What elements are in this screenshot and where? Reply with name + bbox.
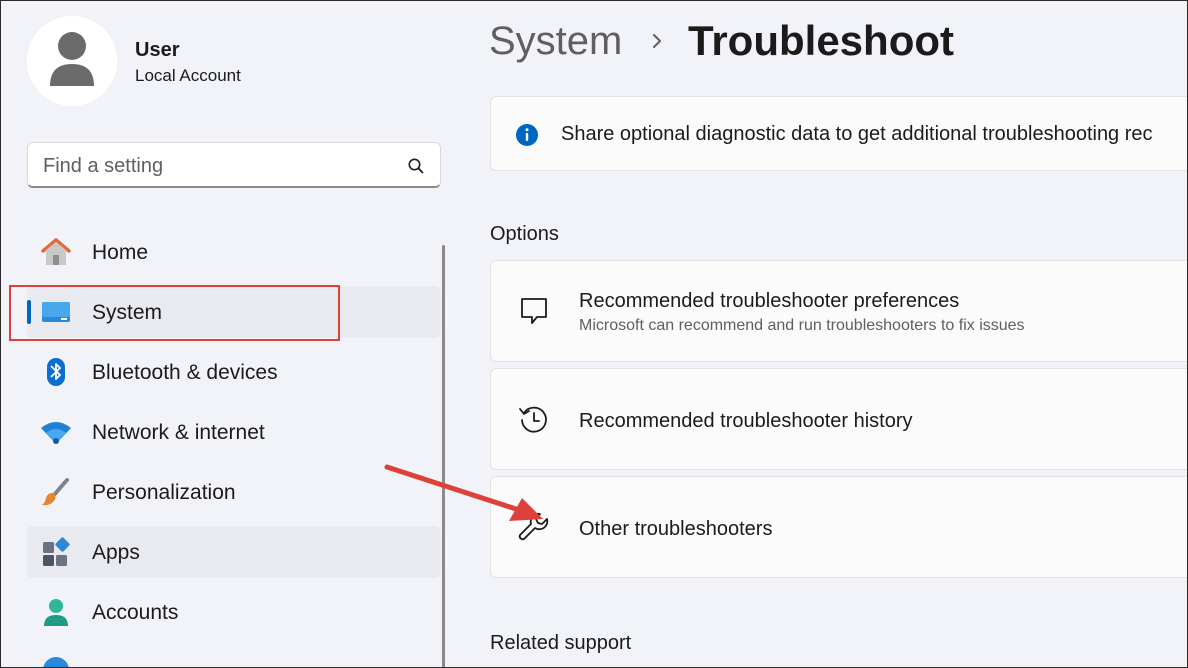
search-input[interactable]: Find a setting: [27, 142, 441, 188]
sidebar-scrollbar[interactable]: [442, 245, 445, 667]
avatar[interactable]: [27, 16, 117, 106]
sidebar-item-apps[interactable]: Apps: [27, 526, 441, 578]
breadcrumb-parent[interactable]: System: [489, 19, 622, 64]
settings-window: User Local Account Find a setting Home S…: [0, 0, 1188, 668]
search-icon: [408, 158, 424, 174]
user-name: User: [135, 39, 180, 61]
history-icon: [519, 406, 547, 433]
option-title: Recommended troubleshooter history: [579, 410, 913, 432]
diagnostic-info-banner[interactable]: Share optional diagnostic data to get ad…: [490, 96, 1187, 171]
sidebar-item-home[interactable]: Home: [27, 226, 441, 278]
sidebar-item-label: Apps: [92, 541, 140, 564]
option-title: Other troubleshooters: [579, 518, 773, 540]
troubleshooter-history-card[interactable]: Recommended troubleshooter history: [490, 368, 1187, 470]
page-title: Troubleshoot: [688, 17, 954, 64]
sidebar-item-label: Network & internet: [92, 421, 265, 444]
info-banner-text: Share optional diagnostic data to get ad…: [561, 123, 1153, 145]
chat-bubble-icon: [521, 298, 547, 324]
other-troubleshooters-card[interactable]: Other troubleshooters: [490, 476, 1187, 578]
sidebar-item-label: Home: [92, 241, 149, 264]
sidebar-item-personalization[interactable]: Personalization: [27, 466, 441, 518]
options-heading: Options: [490, 223, 559, 245]
recommended-preferences-card[interactable]: Recommended troubleshooter preferences M…: [490, 260, 1187, 362]
bluetooth-icon: [47, 358, 65, 386]
sidebar-item-bluetooth[interactable]: Bluetooth & devices: [27, 346, 441, 398]
globe-icon: [43, 657, 69, 667]
chevron-right-icon: [653, 34, 661, 48]
accounts-icon: [44, 599, 68, 626]
sidebar-item-network[interactable]: Network & internet: [27, 406, 441, 458]
sidebar-item-label: Personalization: [92, 481, 236, 504]
sidebar-item-label: Accounts: [92, 601, 179, 624]
paintbrush-icon: [42, 478, 69, 506]
user-silhouette-icon: [50, 32, 94, 86]
option-subtitle: Microsoft can recommend and run troubles…: [579, 317, 1025, 334]
apps-icon: [43, 537, 70, 566]
sidebar-item-label: Bluetooth & devices: [92, 361, 278, 384]
sidebar-item-accounts[interactable]: Accounts: [27, 586, 441, 638]
search-placeholder: Find a setting: [43, 155, 164, 177]
account-type: Local Account: [135, 66, 241, 85]
annotation-highlight-box: [9, 285, 340, 341]
info-icon: [516, 124, 538, 146]
home-icon: [41, 238, 71, 265]
wifi-icon: [41, 422, 71, 444]
option-title: Recommended troubleshooter preferences: [579, 290, 960, 312]
annotation-arrow: [384, 464, 543, 521]
related-support-heading: Related support: [490, 632, 632, 654]
